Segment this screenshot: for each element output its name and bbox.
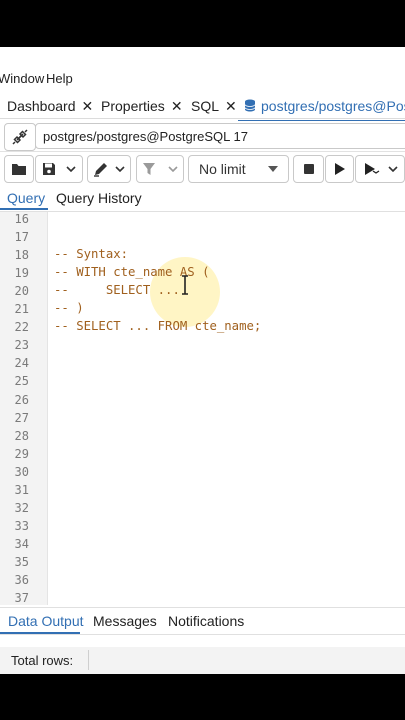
line-number: 20 (14, 284, 29, 299)
line-number: 24 (14, 356, 29, 371)
menu-help[interactable]: Help (46, 71, 73, 86)
edit-button[interactable] (87, 155, 131, 183)
line-number: 33 (14, 518, 29, 533)
total-rows-label: Total rows: (11, 653, 74, 668)
line-number: 25 (14, 374, 29, 389)
stop-button[interactable] (293, 155, 324, 183)
results-tabs: Data Output Messages Notifications (0, 607, 405, 635)
chevron-down-icon (115, 166, 125, 172)
status-bar: Total rows: (0, 647, 405, 674)
caret-down-icon (268, 166, 278, 172)
tab-label: Properties (101, 98, 165, 114)
text-cursor-icon (182, 275, 188, 295)
connection-bar: postgres/postgres@PostgreSQL 17 (0, 121, 405, 152)
tab-query-tool[interactable]: postgres/postgres@Pos (238, 98, 405, 122)
pencil-icon (94, 163, 107, 177)
tab-data-output[interactable]: Data Output (8, 613, 84, 629)
tab-label: postgres/postgres@Pos (261, 98, 405, 114)
tab-query-history[interactable]: Query History (56, 190, 142, 206)
filter-icon (143, 163, 155, 175)
sql-editor[interactable]: 16 17 18 -- Syntax: 19 -- WITH cte_name AS (2… (0, 212, 405, 605)
close-icon[interactable]: ✕ (171, 98, 183, 114)
menu-bar: Window Help (0, 47, 405, 86)
execute-button[interactable] (325, 155, 354, 183)
query-toolbar: No limit (0, 152, 405, 188)
tab-properties[interactable]: Properties ✕ (101, 98, 183, 115)
line-number: 28 (14, 428, 29, 443)
line-number: 19 (14, 266, 29, 281)
line-number: 31 (14, 482, 29, 497)
line-number: 23 (14, 338, 29, 353)
tab-messages[interactable]: Messages (93, 613, 157, 629)
tab-bar: Dashboard ✕ Properties ✕ SQL ✕ postgres/pos… (0, 92, 405, 122)
line-number: 36 (14, 573, 29, 587)
connection-select[interactable]: postgres/postgres@PostgreSQL 17 (35, 123, 405, 149)
chevron-down-icon (66, 166, 76, 172)
chevron-down-icon (168, 166, 178, 172)
code-line: -- Syntax: (54, 247, 129, 262)
disconnect-icon (12, 129, 28, 145)
line-number: 37 (14, 591, 29, 605)
code-line: -- SELECT ... FROM cte_name; (54, 319, 262, 334)
stop-icon (303, 164, 314, 174)
active-tab-indicator (0, 632, 80, 634)
tab-dashboard[interactable]: Dashboard ✕ (7, 98, 93, 115)
menu-window[interactable]: Window (0, 71, 44, 86)
line-number: 29 (14, 446, 29, 461)
connection-status-button[interactable] (4, 123, 36, 151)
line-number: 32 (14, 500, 29, 515)
close-icon[interactable]: ✕ (82, 98, 94, 114)
line-number: 21 (14, 302, 29, 317)
tab-label: Dashboard (7, 98, 76, 114)
code-line: -- ) (54, 301, 84, 316)
database-icon (244, 99, 256, 112)
line-number: 18 (14, 248, 29, 263)
divider (88, 650, 89, 670)
filter-button[interactable] (136, 155, 184, 183)
row-limit-select[interactable]: No limit (188, 155, 289, 183)
explain-icon (365, 163, 380, 175)
line-number: 27 (14, 410, 29, 425)
query-tabs: Query Query History (0, 187, 405, 212)
row-limit-value: No limit (199, 161, 246, 177)
tab-label: SQL (191, 98, 220, 114)
tab-query[interactable]: Query (7, 190, 45, 206)
line-number: 35 (14, 554, 29, 569)
line-number: 34 (14, 536, 29, 551)
line-number: 17 (14, 230, 29, 245)
tab-notifications[interactable]: Notifications (168, 613, 244, 629)
save-file-button[interactable] (35, 155, 83, 183)
active-tab-indicator (0, 208, 48, 210)
line-number: 22 (14, 320, 29, 335)
play-icon (334, 163, 345, 175)
save-icon (43, 163, 55, 175)
line-number: 16 (14, 212, 29, 226)
explain-button[interactable] (355, 155, 405, 183)
pgadmin-window: Window Help Dashboard ✕ Properties ✕ SQL ✕ … (0, 47, 405, 674)
line-number: 30 (14, 464, 29, 479)
chevron-down-icon (388, 166, 398, 172)
folder-icon (12, 164, 26, 175)
close-icon[interactable]: ✕ (225, 98, 237, 114)
code-line: -- SELECT ... (54, 283, 180, 298)
tab-sql[interactable]: SQL ✕ (191, 98, 237, 115)
line-number: 26 (14, 392, 29, 407)
open-file-button[interactable] (4, 155, 34, 183)
